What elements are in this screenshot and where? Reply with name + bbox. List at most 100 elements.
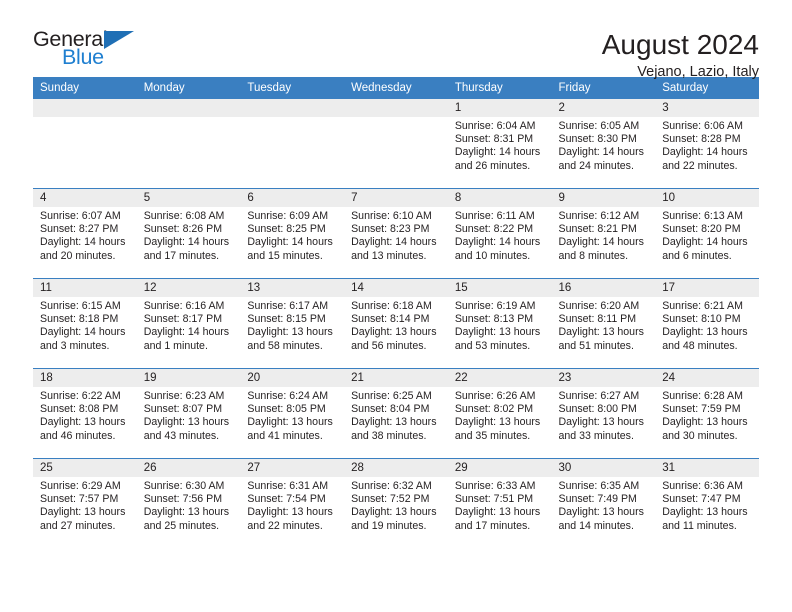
day-sun-info: Sunrise: 6:04 AM Sunset: 8:31 PM Daylight:… [448, 117, 552, 173]
calendar-day-cell[interactable]: 16 Sunrise: 6:20 AM Sunset: 8:11 PM Dayligh… [551, 278, 656, 369]
daylight-duration-line2: and 41 minutes. [247, 429, 323, 442]
sunrise-time: Sunrise: 6:13 AM [662, 210, 743, 222]
daylight-duration-line1: Daylight: 13 hours [454, 416, 541, 429]
daylight-duration-line2: and 17 minutes. [143, 249, 220, 262]
daylight-duration-line1: Daylight: 13 hours [247, 416, 333, 429]
sunrise-time: Sunrise: 6:36 AM [662, 480, 743, 492]
calendar-day-cell[interactable]: 2 Sunrise: 6:05 AM Sunset: 8:30 PM Daylight… [551, 99, 656, 189]
calendar-day-cell[interactable]: 21 Sunrise: 6:25 AM Sunset: 8:04 PM Dayligh… [344, 368, 448, 459]
daylight-duration-line1: Daylight: 13 hours [662, 506, 748, 519]
calendar-day-cell[interactable]: 29 Sunrise: 6:33 AM Sunset: 7:51 PM Dayligh… [447, 458, 552, 548]
sunset-time: Sunset: 8:10 PM [662, 313, 741, 326]
sunrise-time: Sunrise: 6:32 AM [351, 480, 432, 492]
sunrise-time: Sunrise: 6:19 AM [454, 300, 536, 312]
calendar-day-cell[interactable]: 19 Sunrise: 6:23 AM Sunset: 8:07 PM Dayligh… [136, 368, 241, 459]
sunrise-time: Sunrise: 6:07 AM [40, 210, 121, 222]
sunrise-time: Sunrise: 6:26 AM [454, 390, 536, 402]
calendar-day-cell[interactable]: 31 Sunrise: 6:36 AM Sunset: 7:47 PM Dayligh… [655, 458, 759, 548]
calendar-day-cell[interactable]: 18 Sunrise: 6:22 AM Sunset: 8:08 PM Dayligh… [33, 368, 137, 459]
daylight-duration-line1: Daylight: 13 hours [662, 326, 748, 339]
calendar-page: General Blue August 2024 Vejano, Lazio, … [0, 0, 792, 612]
calendar-day-cell[interactable]: 17 Sunrise: 6:21 AM Sunset: 8:10 PM Dayligh… [655, 278, 759, 369]
calendar-day-cell[interactable]: 10 Sunrise: 6:13 AM Sunset: 8:20 PM Dayligh… [655, 188, 759, 279]
day-sun-info: Sunrise: 6:28 AM Sunset: 7:59 PM Daylight:… [655, 387, 759, 443]
day-number [344, 99, 448, 117]
calendar-day-cell[interactable]: 13 Sunrise: 6:17 AM Sunset: 8:15 PM Dayligh… [240, 278, 345, 369]
daylight-duration-line2: and 13 minutes. [351, 249, 427, 262]
calendar-week-row: 25 Sunrise: 6:29 AM Sunset: 7:57 PM Dayligh… [33, 458, 759, 548]
sunset-time: Sunset: 8:20 PM [662, 223, 741, 236]
day-sun-info: Sunrise: 6:25 AM Sunset: 8:04 PM Daylight:… [344, 387, 448, 443]
calendar-day-cell[interactable]: 4 Sunrise: 6:07 AM Sunset: 8:27 PM Daylight… [33, 188, 137, 279]
daylight-duration-line2: and 3 minutes. [40, 339, 110, 352]
sunset-time: Sunset: 8:02 PM [454, 403, 534, 416]
sunrise-time: Sunrise: 6:21 AM [662, 300, 743, 312]
calendar-day-cell[interactable]: 22 Sunrise: 6:26 AM Sunset: 8:02 PM Dayligh… [447, 368, 552, 459]
calendar-day-cell[interactable]: 7 Sunrise: 6:10 AM Sunset: 8:23 PM Daylight… [344, 188, 448, 279]
day-number: 31 [655, 459, 759, 477]
daylight-duration-line1: Daylight: 13 hours [454, 506, 541, 519]
calendar-cell-empty [136, 99, 241, 189]
day-number: 4 [33, 189, 137, 207]
day-number: 27 [240, 459, 345, 477]
day-number: 5 [136, 189, 241, 207]
day-number [136, 99, 241, 117]
calendar-day-cell[interactable]: 9 Sunrise: 6:12 AM Sunset: 8:21 PM Daylight… [551, 188, 656, 279]
calendar-cell-empty [240, 99, 345, 189]
day-sun-info: Sunrise: 6:16 AM Sunset: 8:17 PM Daylight:… [137, 297, 241, 353]
calendar-day-cell[interactable]: 8 Sunrise: 6:11 AM Sunset: 8:22 PM Daylight… [447, 188, 552, 279]
calendar-day-cell[interactable]: 27 Sunrise: 6:31 AM Sunset: 7:54 PM Dayligh… [240, 458, 345, 548]
calendar-day-cell[interactable]: 25 Sunrise: 6:29 AM Sunset: 7:57 PM Dayligh… [33, 458, 137, 548]
day-number: 11 [33, 279, 137, 297]
calendar-day-cell[interactable]: 24 Sunrise: 6:28 AM Sunset: 7:59 PM Dayligh… [655, 368, 759, 459]
day-number: 21 [344, 369, 448, 387]
sunset-time: Sunset: 7:52 PM [351, 493, 430, 506]
calendar-day-cell[interactable]: 23 Sunrise: 6:27 AM Sunset: 8:00 PM Dayligh… [551, 368, 656, 459]
day-number: 30 [551, 459, 656, 477]
calendar-day-cell[interactable]: 14 Sunrise: 6:18 AM Sunset: 8:14 PM Dayligh… [344, 278, 448, 369]
calendar-day-cell[interactable]: 26 Sunrise: 6:30 AM Sunset: 7:56 PM Dayligh… [136, 458, 241, 548]
day-sun-info: Sunrise: 6:30 AM Sunset: 7:56 PM Daylight:… [137, 477, 241, 533]
day-number: 6 [240, 189, 345, 207]
sunset-time: Sunset: 8:05 PM [247, 403, 326, 416]
daylight-duration-line1: Daylight: 13 hours [143, 506, 230, 519]
calendar-day-cell[interactable]: 28 Sunrise: 6:32 AM Sunset: 7:52 PM Dayligh… [344, 458, 448, 548]
day-number: 23 [551, 369, 656, 387]
page-title: August 2024 [601, 29, 759, 60]
day-number: 10 [655, 189, 759, 207]
calendar-day-cell[interactable]: 30 Sunrise: 6:35 AM Sunset: 7:49 PM Dayligh… [551, 458, 656, 548]
calendar-day-cell[interactable]: 3 Sunrise: 6:06 AM Sunset: 8:28 PM Daylight… [655, 99, 759, 189]
daylight-duration-line2: and 14 minutes. [558, 519, 634, 532]
calendar-day-cell[interactable]: 12 Sunrise: 6:16 AM Sunset: 8:17 PM Dayligh… [136, 278, 241, 369]
daylight-duration-line1: Daylight: 14 hours [662, 146, 748, 159]
day-number: 1 [447, 99, 552, 117]
daylight-duration-line2: and 51 minutes. [558, 339, 634, 352]
sunset-time: Sunset: 8:30 PM [558, 133, 637, 146]
sunrise-time: Sunrise: 6:04 AM [454, 120, 536, 132]
day-number: 16 [551, 279, 656, 297]
daylight-duration-line1: Daylight: 14 hours [247, 236, 333, 249]
daylight-duration-line2: and 8 minutes. [558, 249, 629, 262]
day-number: 13 [240, 279, 345, 297]
page-header: General Blue August 2024 Vejano, Lazio, … [33, 0, 759, 80]
day-sun-info: Sunrise: 6:07 AM Sunset: 8:27 PM Daylight:… [33, 207, 137, 263]
generalblue-logo[interactable]: General Blue [33, 28, 153, 75]
calendar-day-cell[interactable]: 20 Sunrise: 6:24 AM Sunset: 8:05 PM Dayligh… [240, 368, 345, 459]
daylight-duration-line2: and 1 minute. [143, 339, 208, 352]
calendar-day-cell[interactable]: 5 Sunrise: 6:08 AM Sunset: 8:26 PM Daylight… [136, 188, 241, 279]
day-sun-info: Sunrise: 6:32 AM Sunset: 7:52 PM Daylight:… [344, 477, 448, 533]
sunset-time: Sunset: 8:04 PM [351, 403, 430, 416]
day-number: 7 [344, 189, 448, 207]
calendar-day-cell[interactable]: 6 Sunrise: 6:09 AM Sunset: 8:25 PM Daylight… [240, 188, 345, 279]
day-number: 25 [33, 459, 137, 477]
calendar-day-cell[interactable]: 15 Sunrise: 6:19 AM Sunset: 8:13 PM Dayligh… [447, 278, 552, 369]
sunset-time: Sunset: 8:22 PM [454, 223, 534, 236]
sunrise-time: Sunrise: 6:05 AM [558, 120, 640, 132]
calendar-day-cell[interactable]: 11 Sunrise: 6:15 AM Sunset: 8:18 PM Dayligh… [33, 278, 137, 369]
daylight-duration-line2: and 15 minutes. [247, 249, 323, 262]
day-sun-info: Sunrise: 6:12 AM Sunset: 8:21 PM Daylight:… [552, 207, 656, 263]
sunrise-time: Sunrise: 6:22 AM [40, 390, 121, 402]
day-number: 14 [344, 279, 448, 297]
calendar-day-cell[interactable]: 1 Sunrise: 6:04 AM Sunset: 8:31 PM Daylight… [447, 99, 552, 189]
daylight-duration-line2: and 17 minutes. [454, 519, 531, 532]
